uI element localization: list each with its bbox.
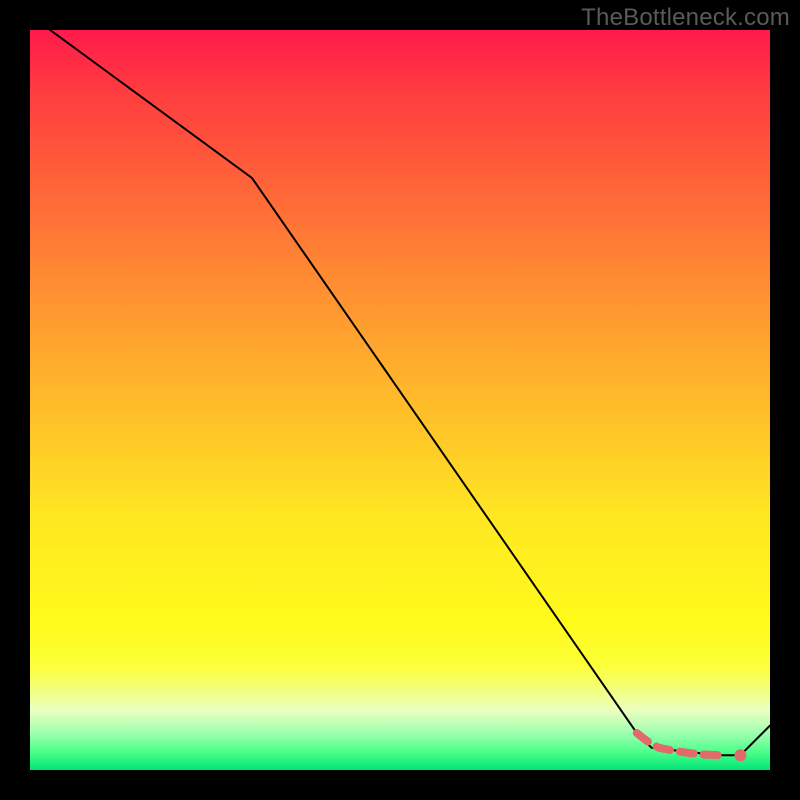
- chart-svg: [30, 30, 770, 770]
- bottleneck-highlight-path: [637, 733, 718, 755]
- plot-area: [30, 30, 770, 770]
- watermark-text: TheBottleneck.com: [581, 4, 790, 32]
- chart-frame: TheBottleneck.com: [0, 0, 800, 800]
- optimal-point-marker: [734, 749, 746, 761]
- bottleneck-curve-path: [30, 30, 770, 755]
